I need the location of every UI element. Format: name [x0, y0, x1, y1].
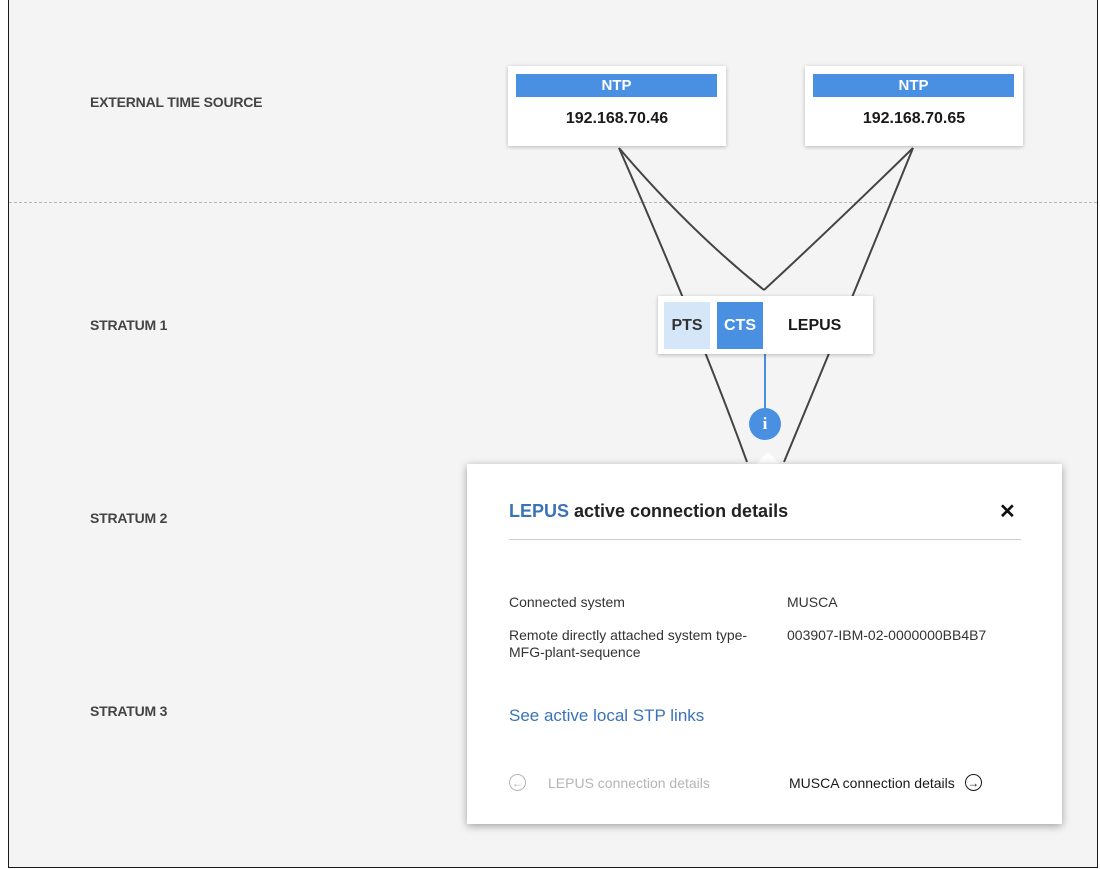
- ntp-ip-address: 192.168.70.46: [565, 110, 669, 127]
- close-icon[interactable]: ✕: [999, 499, 1016, 524]
- cts-badge[interactable]: CTS: [717, 302, 763, 349]
- system-card-lepus[interactable]: PTS CTS LEPUS: [658, 296, 873, 354]
- detail-key: Connected system: [509, 594, 625, 610]
- ntp-source-card[interactable]: NTP 192.168.70.65: [805, 66, 1023, 146]
- next-connection-label[interactable]: MUSCA connection details: [789, 775, 955, 791]
- prev-connection-nav: ← LEPUS connection details: [509, 774, 710, 791]
- ntp-label: NTP: [516, 74, 717, 97]
- topology-canvas: EXTERNAL TIME SOURCE STRATUM 1 STRATUM 2…: [8, 0, 1098, 868]
- detail-key: Remote directly attached system type-MFG…: [509, 627, 748, 660]
- popup-title-text: active connection details: [569, 501, 789, 521]
- link-ntp1-to-lepus: [618, 147, 765, 291]
- system-name: LEPUS: [788, 317, 842, 334]
- detail-value: MUSCA: [787, 594, 838, 610]
- popup-divider: [509, 539, 1021, 540]
- ntp-source-card[interactable]: NTP 192.168.70.46: [508, 66, 726, 146]
- ntp-label: NTP: [813, 74, 1014, 97]
- info-icon[interactable]: i: [749, 408, 781, 440]
- prev-connection-label: LEPUS connection details: [548, 774, 710, 791]
- detail-value: 003907-IBM-02-0000000BB4B7: [787, 627, 987, 643]
- popup-title: LEPUS active connection details: [509, 501, 788, 522]
- arrow-left-circle-icon: ←: [509, 774, 526, 791]
- popup-title-system: LEPUS: [509, 501, 570, 521]
- popup-pointer: [756, 452, 780, 464]
- ntp-ip-address: 192.168.70.65: [862, 110, 966, 127]
- arrow-right-circle-icon[interactable]: →: [964, 774, 982, 791]
- see-stp-links-link[interactable]: See active local STP links: [509, 706, 704, 726]
- next-connection-nav[interactable]: MUSCA connection details →: [789, 774, 982, 791]
- pts-badge[interactable]: PTS: [664, 302, 710, 349]
- link-ntp2-to-lepus: [763, 147, 914, 291]
- connection-details-popup: LEPUS active connection details ✕ Connec…: [467, 464, 1062, 824]
